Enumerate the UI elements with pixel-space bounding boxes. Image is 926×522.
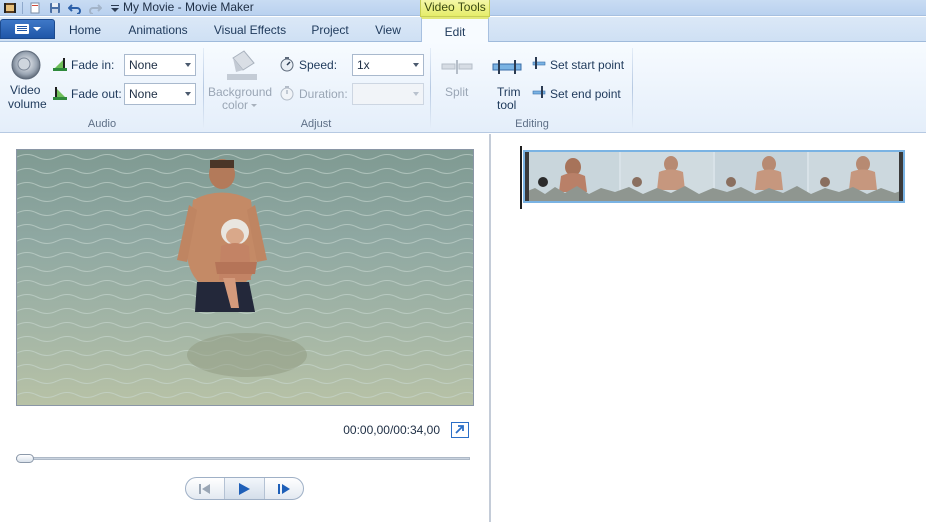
duration-label: Duration: xyxy=(299,87,348,101)
previous-frame-button[interactable] xyxy=(186,478,224,499)
group-separator xyxy=(430,48,431,128)
speed-label: Speed: xyxy=(299,58,338,72)
storyboard-pane xyxy=(493,134,926,522)
preview-pane: 00:00,00/00:34,00 xyxy=(0,134,491,522)
playhead-cursor[interactable] xyxy=(520,146,522,209)
title-bar: My Movie - Movie Maker Video Tools xyxy=(0,0,926,17)
video-preview[interactable] xyxy=(16,149,474,406)
split-label: Split xyxy=(445,85,469,99)
duration-icon xyxy=(280,86,294,101)
video-frame-image xyxy=(17,150,473,405)
set-start-icon xyxy=(532,57,546,69)
group-separator xyxy=(203,48,204,128)
file-menu-button[interactable] xyxy=(0,19,55,39)
fade-in-icon xyxy=(53,58,67,71)
fade-out-label: Fade out: xyxy=(71,87,122,101)
tab-edit[interactable]: Edit xyxy=(421,17,489,43)
redo-icon[interactable] xyxy=(85,0,105,16)
fade-in-label: Fade in: xyxy=(71,58,115,72)
time-display: 00:00,00/00:34,00 xyxy=(343,423,440,437)
new-project-icon[interactable] xyxy=(25,0,45,16)
menu-icon xyxy=(14,24,29,34)
fullscreen-button[interactable] xyxy=(451,422,469,438)
adjust-group-label: Adjust xyxy=(300,118,332,130)
next-frame-icon xyxy=(277,483,290,494)
playback-controls xyxy=(185,477,304,500)
ribbon-tab-row: Home Animations Visual Effects Project V… xyxy=(0,17,926,43)
app-menu-icon[interactable] xyxy=(0,0,20,16)
play-icon xyxy=(239,482,251,495)
video-tools-context-label: Video Tools xyxy=(420,0,490,17)
chevron-down-icon xyxy=(185,92,191,96)
audio-group-label: Audio xyxy=(87,118,117,130)
tab-view[interactable]: View xyxy=(365,17,411,42)
seek-thumb[interactable] xyxy=(16,454,34,463)
save-icon[interactable] xyxy=(45,0,65,16)
trim-tool-label-1: Trim xyxy=(497,85,521,99)
undo-icon[interactable] xyxy=(65,0,85,16)
speed-icon xyxy=(280,57,294,72)
video-volume-label-1: Video xyxy=(10,83,41,97)
speaker-icon xyxy=(11,50,41,80)
chevron-down-icon xyxy=(251,104,257,107)
fade-out-value: None xyxy=(129,87,158,101)
tab-home[interactable]: Home xyxy=(60,17,110,42)
next-frame-button[interactable] xyxy=(265,478,303,499)
duration-select xyxy=(352,83,424,105)
paint-bucket-icon xyxy=(227,50,257,80)
chevron-down-icon xyxy=(32,27,41,31)
fade-out-select[interactable]: None xyxy=(124,83,196,105)
tab-visual-effects[interactable]: Visual Effects xyxy=(208,17,292,42)
fade-in-select[interactable]: None xyxy=(124,54,196,76)
chevron-down-icon xyxy=(185,63,191,67)
tab-project[interactable]: Project xyxy=(303,17,357,42)
trim-icon xyxy=(492,60,522,74)
set-start-point-label: Set start point xyxy=(550,58,625,72)
customize-qat-icon[interactable] xyxy=(105,0,125,16)
speed-value: 1x xyxy=(357,58,370,72)
chevron-down-icon xyxy=(413,92,419,96)
video-volume-label-2: volume xyxy=(8,97,47,111)
ribbon: Video volume Fade in: None Fade out: Non… xyxy=(0,42,926,133)
quick-access-toolbar xyxy=(0,0,125,16)
editing-group-label: Editing xyxy=(515,118,549,130)
seek-bar[interactable] xyxy=(16,457,470,460)
background-color-label-2: color xyxy=(222,98,249,112)
qat-separator xyxy=(22,2,23,14)
speed-select[interactable]: 1x xyxy=(352,54,424,76)
split-icon xyxy=(441,60,473,74)
fade-out-icon xyxy=(53,87,67,100)
set-end-point-label: Set end point xyxy=(550,87,621,101)
group-separator xyxy=(632,48,633,128)
tab-animations[interactable]: Animations xyxy=(120,17,196,42)
video-clip[interactable] xyxy=(523,150,905,203)
fullscreen-icon xyxy=(455,425,464,434)
previous-frame-icon xyxy=(199,483,211,494)
window-title: My Movie - Movie Maker xyxy=(123,0,254,14)
trim-tool-label-2: tool xyxy=(497,98,517,112)
set-end-icon xyxy=(532,86,546,98)
fade-in-value: None xyxy=(129,58,158,72)
background-color-label-1: Background xyxy=(208,85,273,99)
play-button[interactable] xyxy=(224,478,265,499)
chevron-down-icon xyxy=(413,63,419,67)
clip-thumbnails xyxy=(525,152,903,201)
